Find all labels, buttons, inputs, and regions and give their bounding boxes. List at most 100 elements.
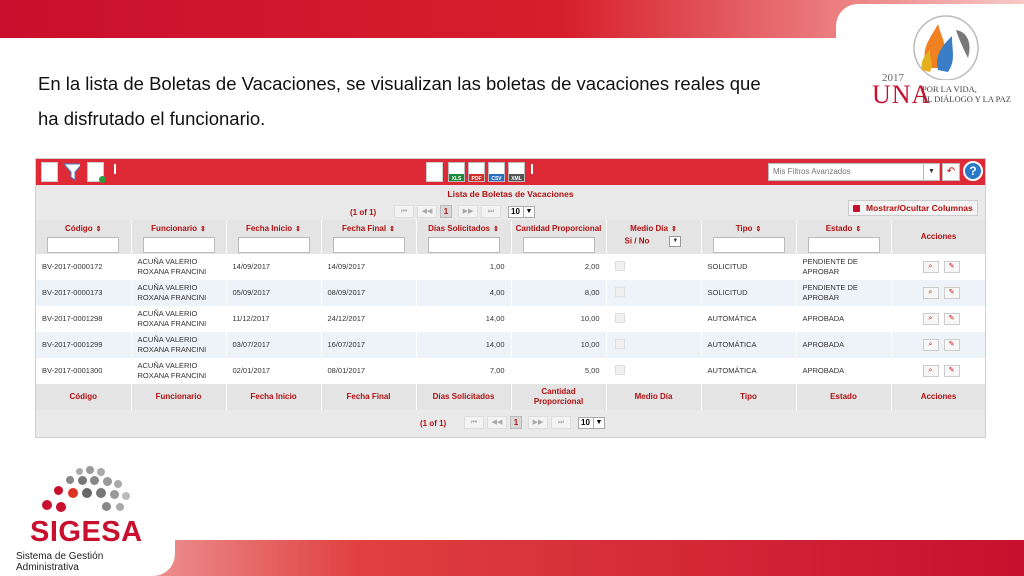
cell-tipo: AUTOMÁTICA — [701, 358, 797, 384]
medio-dia-checkbox[interactable] — [614, 338, 625, 349]
column-header-fecha-final[interactable]: Fecha Final ⇕ — [321, 220, 417, 254]
toggle-columns-button[interactable]: Mostrar/Ocultar Columnas — [848, 200, 978, 216]
column-header-dias[interactable]: Días Solicitados ⇕ — [416, 220, 512, 254]
cell-cantidad: 8,00 — [511, 280, 607, 306]
undo-button[interactable]: ↶ — [942, 163, 960, 181]
export-document-icon[interactable] — [87, 162, 106, 183]
export-pdf-icon[interactable]: PDF — [468, 162, 485, 182]
next-page-button[interactable]: ▶▶ — [528, 416, 548, 429]
next-page-button[interactable]: ▶▶ — [458, 205, 478, 218]
cell-codigo: BV-2017-0000172 — [36, 254, 132, 280]
column-header-codigo[interactable]: Código ⇕ — [36, 220, 132, 254]
rows-per-page-select[interactable]: 10 ▼ — [508, 206, 535, 218]
cell-medio-dia — [606, 358, 702, 384]
column-header-medio-dia[interactable]: Medio Día ⇕ Si / No ▼ — [606, 220, 702, 254]
cell-medio-dia — [606, 280, 702, 306]
cell-acciones: ⌕ ✎ — [891, 254, 985, 280]
una-motto: POR LA VIDA, EL DIÁLOGO Y LA PAZ — [922, 84, 1011, 104]
filter-input-codigo[interactable] — [47, 237, 120, 253]
toolbar-separator — [531, 164, 533, 174]
sort-icon: ⇕ — [95, 226, 102, 233]
prev-page-button[interactable]: ◀◀ — [417, 205, 437, 218]
filter-input-dias[interactable] — [427, 237, 500, 253]
cell-dias: 7,00 — [416, 358, 512, 384]
prev-page-button[interactable]: ◀◀ — [487, 416, 507, 429]
column-header-fecha-inicio[interactable]: Fecha Inicio ⇕ — [226, 220, 322, 254]
cell-funcionario: ACUÑA VALERIO ROXANA FRANCINI — [131, 358, 227, 384]
medio-dia-filter-select[interactable]: Si / No ▼ — [607, 236, 701, 247]
export-xml-icon[interactable]: XML — [508, 162, 525, 182]
edit-icon[interactable]: ✎ — [943, 365, 960, 377]
edit-icon[interactable]: ✎ — [943, 313, 960, 325]
filter-input-funcionario[interactable] — [142, 237, 215, 253]
medio-dia-checkbox[interactable] — [614, 260, 625, 271]
cell-funcionario: ACUÑA VALERIO ROXANA FRANCINI — [131, 254, 227, 280]
sigesa-logo: SIGESA Sistema de Gestión Administrativa — [14, 462, 164, 573]
advanced-filters-select[interactable]: Mis Filtros Avanzados ▼ — [768, 163, 940, 181]
medio-dia-checkbox[interactable] — [614, 286, 625, 297]
first-page-button[interactable]: ⏮ — [394, 205, 414, 218]
help-button[interactable]: ? — [963, 161, 983, 181]
table-caption: Lista de Boletas de Vacaciones — [447, 189, 574, 199]
view-icon[interactable]: ⌕ — [922, 339, 939, 351]
cell-medio-dia — [606, 254, 702, 280]
view-icon[interactable]: ⌕ — [922, 261, 939, 273]
print-document-icon[interactable] — [426, 162, 443, 182]
cell-codigo: BV-2017-0000173 — [36, 280, 132, 306]
cell-tipo: AUTOMÁTICA — [701, 306, 797, 332]
last-page-button[interactable]: ⏭ — [481, 205, 501, 218]
current-page-button[interactable]: 1 — [510, 416, 522, 429]
cell-estado: APROBADA — [796, 332, 892, 358]
filter-icon[interactable] — [63, 162, 80, 182]
cell-cantidad: 2,00 — [511, 254, 607, 280]
table-row[interactable]: BV-2017-0001298 ACUÑA VALERIO ROXANA FRANC… — [36, 306, 985, 332]
footer-codigo: Código — [36, 384, 132, 410]
new-document-icon[interactable] — [41, 162, 58, 182]
cell-codigo: BV-2017-0001300 — [36, 358, 132, 384]
export-xls-icon[interactable]: XLS — [448, 162, 465, 182]
cell-dias: 1,00 — [416, 254, 512, 280]
table-row[interactable]: BV-2017-0001299 ACUÑA VALERIO ROXANA FRANC… — [36, 332, 985, 358]
filter-input-estado[interactable] — [807, 237, 880, 253]
edit-icon[interactable]: ✎ — [943, 261, 960, 273]
table-row[interactable]: BV-2017-0000173 ACUÑA VALERIO ROXANA FRANC… — [36, 280, 985, 306]
current-page-button[interactable]: 1 — [440, 205, 452, 218]
filter-input-tipo[interactable] — [712, 237, 785, 253]
cell-dias: 14,00 — [416, 332, 512, 358]
filter-input-fecha-final[interactable] — [332, 237, 405, 253]
view-icon[interactable]: ⌕ — [922, 287, 939, 299]
last-page-button[interactable]: ⏭ — [551, 416, 571, 429]
column-header-funcionario[interactable]: Funcionario ⇕ — [131, 220, 227, 254]
view-icon[interactable]: ⌕ — [922, 313, 939, 325]
rows-per-page-select[interactable]: 10 ▼ — [578, 417, 605, 429]
column-header-tipo[interactable]: Tipo ⇕ — [701, 220, 797, 254]
edit-icon[interactable]: ✎ — [943, 339, 960, 351]
sort-icon: ⇕ — [492, 226, 499, 233]
view-icon[interactable]: ⌕ — [922, 365, 939, 377]
cell-dias: 4,00 — [416, 280, 512, 306]
cell-estado: APROBADA — [796, 306, 892, 332]
una-emblem-icon — [913, 15, 979, 80]
medio-dia-checkbox[interactable] — [614, 364, 625, 375]
table-row[interactable]: BV-2017-0001300 ACUÑA VALERIO ROXANA FRANC… — [36, 358, 985, 384]
export-csv-icon[interactable]: CSV — [488, 162, 505, 182]
cell-acciones: ⌕ ✎ — [891, 306, 985, 332]
table-row[interactable]: BV-2017-0000172 ACUÑA VALERIO ROXANA FRANC… — [36, 254, 985, 280]
sort-icon: ⇕ — [389, 226, 395, 233]
toolbar: XLS PDF CSV XML Mis Filtros Avanzados ▼ ↶ ? — [36, 159, 985, 185]
column-header-cantidad[interactable]: Cantidad Proporcional — [511, 220, 607, 254]
sigesa-name: SIGESA — [30, 516, 143, 548]
chevron-down-icon[interactable]: ▼ — [923, 164, 939, 180]
column-header-estado[interactable]: Estado ⇕ — [796, 220, 892, 254]
cell-codigo: BV-2017-0001298 — [36, 306, 132, 332]
vacation-table: Código ⇕ Funcionario ⇕ Fecha Inicio ⇕ Fecha… — [36, 220, 985, 410]
footer-estado: Estado — [796, 384, 892, 410]
filter-input-fecha-inicio[interactable] — [237, 237, 310, 253]
cell-fecha-inicio: 14/09/2017 — [226, 254, 322, 280]
cell-funcionario: ACUÑA VALERIO ROXANA FRANCINI — [131, 332, 227, 358]
first-page-button[interactable]: ⏮ — [464, 416, 484, 429]
edit-icon[interactable]: ✎ — [943, 287, 960, 299]
chevron-down-icon: ▼ — [593, 418, 604, 428]
medio-dia-checkbox[interactable] — [614, 312, 625, 323]
filter-input-cantidad[interactable] — [522, 237, 595, 253]
